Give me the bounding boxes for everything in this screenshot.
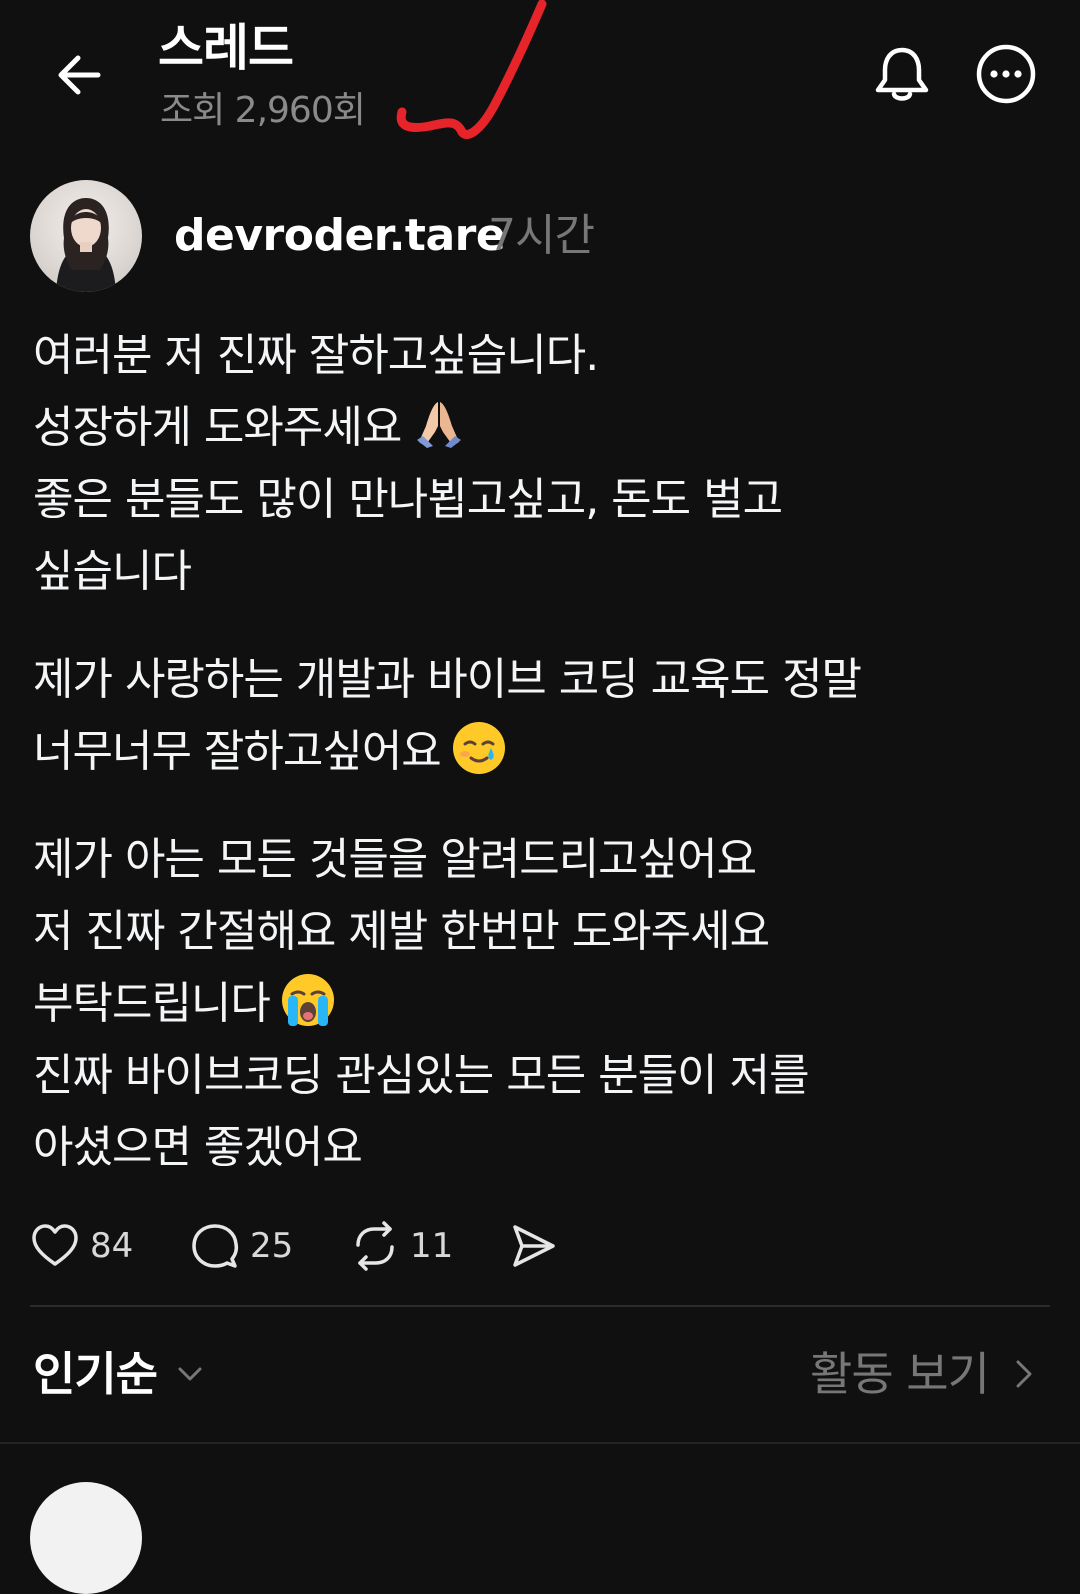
post-paragraph-3: 제가 아는 모든 것들을 알려드리고싶어요 저 진짜 간절해요 제발 한번만 도… (33, 824, 1053, 1184)
more-options-button[interactable] (974, 42, 1038, 106)
red-checkmark-annotation (396, 0, 547, 139)
post-line: 제가 사랑하는 개발과 바이브 코딩 교육도 정말 (33, 654, 862, 705)
sort-dropdown-label[interactable]: 인기순 (33, 1342, 158, 1406)
page-title: 스레드 (158, 19, 294, 77)
notification-button[interactable] (870, 42, 934, 106)
post-line-with-emoji: 부탁드립니다 (33, 968, 1053, 1040)
post-body: 여러분 저 진짜 잘하고싶습니다. 성장하게 도와주세요 좋은 분들도 많이 만… (33, 320, 1053, 1220)
repost-icon (356, 1221, 394, 1271)
reply-count: 25 (250, 1226, 294, 1266)
post-line: 아셨으면 좋겠어요 (33, 1122, 363, 1173)
bell-icon (875, 47, 929, 101)
reply-author-avatar[interactable] (30, 1482, 142, 1594)
post-line: 좋은 분들도 많이 만나뵙고싶고, 돈도 벌고 (33, 474, 783, 525)
send-icon (513, 1225, 555, 1267)
loudly-crying-face-emoji (281, 974, 334, 1026)
post-line: 저 진짜 간절해요 제발 한번만 도와주세요 (33, 906, 770, 957)
share-button[interactable] (508, 1221, 558, 1271)
post-timestamp: 7시간 (488, 210, 595, 261)
folded-hands-emoji (417, 402, 462, 448)
post-line: 진짜 바이브코딩 관심있는 모든 분들이 저를 (33, 1050, 810, 1101)
heart-icon (32, 1224, 78, 1266)
view-count: 조회 2,960회 (160, 90, 366, 131)
post-line-with-emoji: 너무너무 잘하고싶어요 (33, 716, 1053, 788)
divider (0, 1442, 1080, 1444)
like-count: 84 (90, 1226, 134, 1266)
back-button[interactable] (50, 45, 110, 105)
divider (30, 1305, 1050, 1307)
repost-count: 11 (410, 1226, 454, 1266)
chevron-down-icon[interactable] (172, 1356, 208, 1392)
like-button[interactable] (30, 1221, 80, 1271)
smiling-face-with-tear-emoji (452, 722, 505, 774)
post-line: 싶습니다 (33, 546, 192, 597)
post-line-text: 부탁드립니다 (33, 978, 271, 1029)
author-avatar[interactable] (30, 180, 142, 292)
profile-photo (56, 198, 116, 292)
view-activity-link[interactable]: 활동 보기 (810, 1342, 990, 1406)
chevron-right-icon[interactable] (1008, 1354, 1038, 1394)
post-paragraph-1: 여러분 저 진짜 잘하고싶습니다. 성장하게 도와주세요 좋은 분들도 많이 만… (33, 320, 1053, 608)
post-line-with-emoji: 성장하게 도와주세요 (33, 392, 1053, 464)
arrow-left-icon (58, 55, 101, 95)
author-username[interactable]: devroder.tare (174, 206, 506, 266)
post-line-text: 너무너무 잘하고싶어요 (33, 726, 442, 777)
post-line-text: 성장하게 도와주세요 (33, 402, 402, 453)
post-paragraph-2: 제가 사랑하는 개발과 바이브 코딩 교육도 정말 너무너무 잘하고싶어요 (33, 644, 1053, 788)
more-horizontal-icon (976, 44, 1036, 104)
post-line: 제가 아는 모든 것들을 알려드리고싶어요 (33, 834, 757, 885)
repost-button[interactable] (350, 1221, 400, 1271)
reply-button[interactable] (190, 1221, 240, 1271)
post-line: 여러분 저 진짜 잘하고싶습니다. (33, 330, 599, 381)
comment-bubble-icon (192, 1224, 239, 1268)
